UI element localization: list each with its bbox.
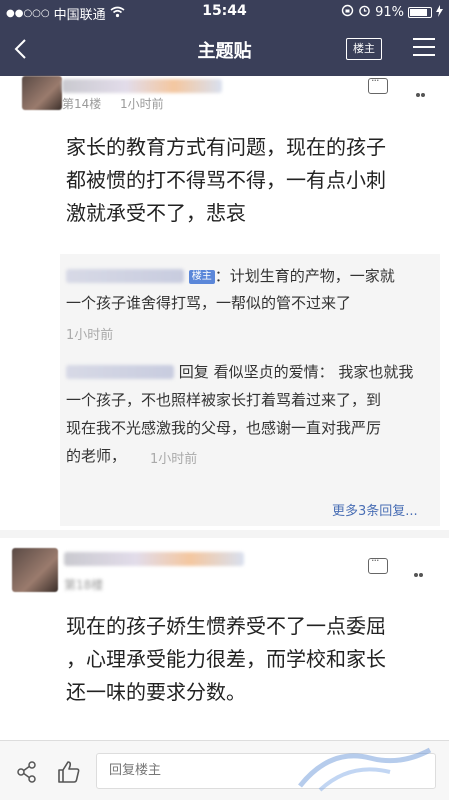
like-icon[interactable]: [56, 759, 82, 785]
post-card: 第18楼 现在的孩子娇生惯养受不了一点委屈 ，心理承受能力很差，而学校和家长 还…: [0, 538, 449, 740]
post-line: 激就承受不了，悲哀: [66, 201, 246, 225]
reply-time: 1小时前: [150, 452, 198, 467]
reply-text-line: 一个孩子，不也照样被家长打着骂着过来了，到: [66, 391, 382, 409]
reply-text: 我家也就我: [338, 363, 414, 381]
charging-icon: [436, 4, 443, 21]
post-floor: 第14楼: [62, 97, 102, 111]
battery-icon: [408, 7, 432, 18]
orientation-lock-icon: [341, 4, 354, 21]
reply-text-line: 一个孩子谁舍得打骂，一帮似的管不过来了: [66, 294, 352, 312]
nav-bar: 主题贴 楼主: [0, 24, 449, 76]
reply-target[interactable]: 看似坚贞的爱情：: [214, 363, 334, 381]
post-line: ，心理承受能力很差，而学校和家长: [66, 647, 386, 671]
replies-box: 楼主 ：计划生育的产物，一家就 一个孩子谁舍得打骂，一帮似的管不过来了 1小时前 …: [60, 254, 440, 526]
post-card: 第14楼 1小时前 家长的教育方式有问题，现在的孩子 都被惯的打不得骂不得，一有…: [0, 74, 449, 530]
post-body: 现在的孩子娇生惯养受不了一点委屈 ，心理承受能力很差，而学校和家长 还一味的要求…: [66, 610, 386, 709]
reply-text: ：计划生育的产物，一家就: [214, 267, 395, 285]
reply-item[interactable]: 回复 看似坚贞的爱情： 我家也就我: [66, 358, 413, 386]
reply-text-line: 的老师，: [66, 447, 127, 465]
username-blurred[interactable]: [62, 79, 222, 93]
reply-word: 回复: [178, 363, 209, 381]
owner-badge: 楼主: [188, 270, 215, 284]
more-options-icon[interactable]: [416, 82, 430, 97]
status-right: 91%: [341, 4, 443, 21]
battery-percent: 91%: [375, 5, 404, 20]
post-line: 现在的孩子娇生惯养受不了一点委屈: [66, 614, 386, 638]
post-floor: 第18楼: [64, 578, 104, 592]
watermark-logo: [290, 738, 440, 798]
avatar[interactable]: [12, 548, 58, 592]
share-icon[interactable]: [16, 761, 38, 783]
reply-time: 1小时前: [66, 328, 114, 343]
post-line: 还一味的要求分数。: [66, 680, 246, 704]
post-time: 1小时前: [120, 97, 164, 111]
menu-icon[interactable]: [413, 38, 435, 58]
post-body: 家长的教育方式有问题，现在的孩子 都被惯的打不得骂不得，一有点小刺 激就承受不了…: [66, 131, 386, 230]
post-line: 都被惯的打不得骂不得，一有点小刺: [66, 168, 386, 192]
avatar[interactable]: [22, 76, 62, 110]
only-owner-button[interactable]: 楼主: [346, 38, 382, 60]
more-replies-link[interactable]: 更多3条回复...: [332, 500, 418, 519]
reply-author-blurred[interactable]: [66, 365, 174, 379]
post-line: 家长的教育方式有问题，现在的孩子: [66, 135, 386, 159]
reply-author-blurred[interactable]: [66, 269, 184, 283]
comment-icon[interactable]: [368, 74, 388, 94]
status-bar: ●●○○○ 中国联通 15:44 91%: [0, 0, 449, 24]
reply-text-line: 现在我不光感激我的父母，也感谢一直对我严厉: [66, 419, 382, 437]
username-blurred[interactable]: [64, 552, 244, 566]
reply-item[interactable]: 楼主 ：计划生育的产物，一家就: [66, 262, 395, 290]
alarm-icon: [358, 4, 371, 21]
more-options-icon[interactable]: [414, 562, 428, 577]
comment-icon[interactable]: [368, 554, 388, 574]
